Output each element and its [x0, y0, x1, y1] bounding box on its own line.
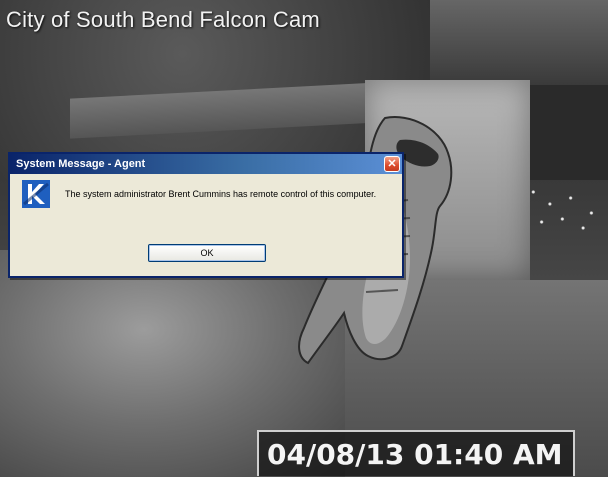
falcon-cam-screen: City of South Bend Falcon Cam 04/08/13 0…	[0, 0, 608, 477]
dialog-message: The system administrator Brent Cummins h…	[65, 189, 377, 199]
dialog-title: System Message - Agent	[16, 158, 146, 170]
ok-button-label: OK	[200, 248, 214, 258]
dialog-titlebar[interactable]: System Message - Agent ✕	[10, 154, 402, 174]
close-icon: ✕	[387, 157, 397, 170]
close-button[interactable]: ✕	[384, 156, 400, 172]
city-lights	[525, 180, 608, 240]
camera-timestamp: 04/08/13 01:40 AM	[257, 430, 575, 476]
dialog-body: The system administrator Brent Cummins h…	[10, 174, 402, 276]
roof-overhang	[430, 0, 608, 85]
camera-title: City of South Bend Falcon Cam	[6, 7, 320, 32]
ok-button[interactable]: OK	[148, 244, 266, 262]
k-logo-icon	[22, 180, 50, 208]
system-message-dialog: System Message - Agent ✕ The system admi…	[8, 152, 404, 278]
